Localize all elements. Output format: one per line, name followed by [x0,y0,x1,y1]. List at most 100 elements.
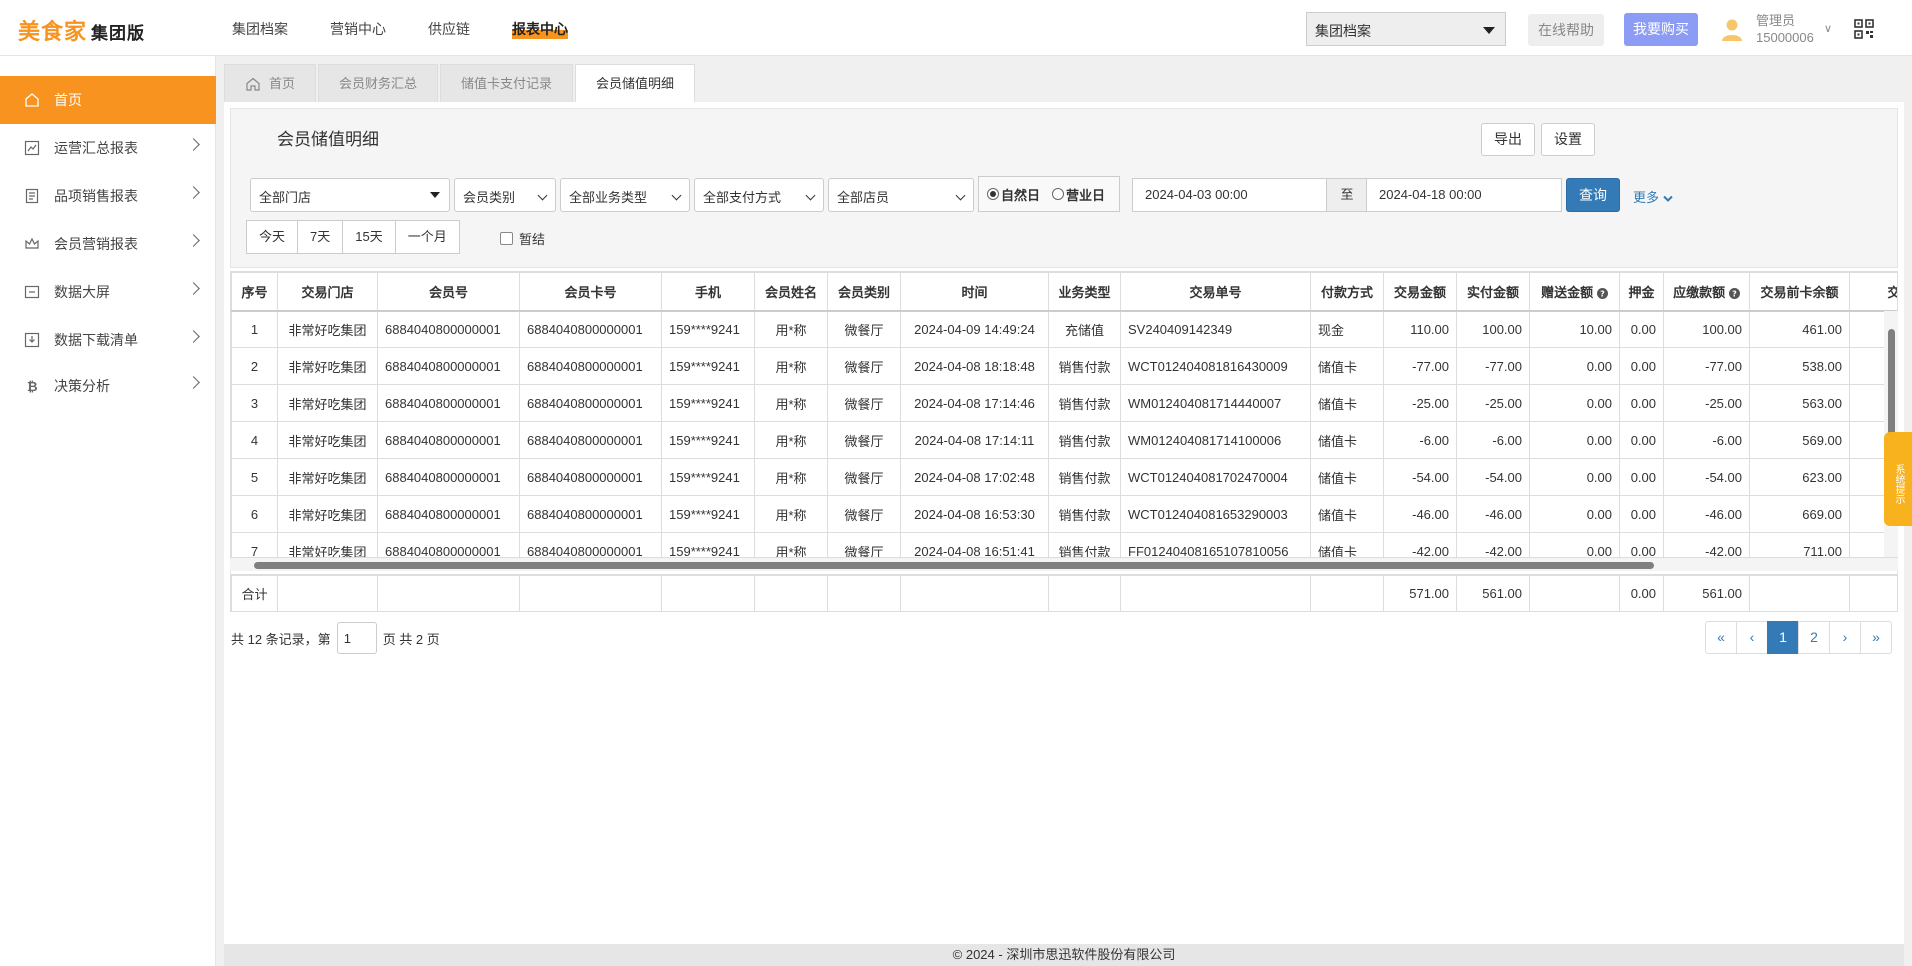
column-header[interactable]: 交易前卡余额 [1749,272,1850,312]
summary-label: 合计 [231,575,278,611]
column-header[interactable]: 实付金额 [1456,272,1530,312]
chevron-down-icon [537,190,548,201]
column-header[interactable]: 交易金额 [1383,272,1457,312]
horizontal-scrollbar[interactable] [230,557,1898,571]
table-row[interactable]: 3 非常好吃集团 6884040800000001 6884040800000001 1… [231,384,1897,422]
sidebar-item-member-marketing[interactable]: 会员营销报表 [0,220,216,268]
table-cell: 6884040800000001 [519,495,662,533]
pay-method-select[interactable]: 全部支付方式 [694,178,824,212]
page-1-button[interactable]: 1 [1767,621,1799,654]
column-header[interactable]: 时间 [900,272,1049,312]
topnav-marketing[interactable]: 营销中心 [330,19,386,39]
logo: 美食家 集团版 [18,19,146,44]
first-page-button[interactable]: « [1705,621,1737,654]
pagination-info: 共 12 条记录，第 1 页 共 2 页 [231,622,440,654]
store-select[interactable]: 全部门店 [250,178,450,212]
table-cell: 669.00 [1749,495,1850,533]
date-from-input[interactable]: 2024-04-03 00:00 [1132,178,1328,212]
table-cell: 微餐厅 [827,310,901,348]
page-number-input[interactable]: 1 [336,622,377,654]
pause-checkbox[interactable] [500,232,513,245]
table-cell: -77.00 [1456,347,1530,385]
table-cell: 6884040800000001 [519,310,662,348]
online-help-button[interactable]: 在线帮助 [1528,14,1604,46]
chevron-right-icon [187,330,200,343]
table-cell: 538.00 [1749,347,1850,385]
column-header[interactable]: 业务类型 [1048,272,1121,312]
topnav-supply-chain[interactable]: 供应链 [428,19,470,39]
table-cell: WM012404081714100006 [1120,421,1311,459]
chevron-down-icon[interactable]: ∨ [1824,22,1832,35]
column-header[interactable]: 付款方式 [1310,272,1384,312]
one-month-button[interactable]: 一个月 [394,220,460,254]
tab-member-stored-value-detail[interactable]: 会员储值明细 [575,64,696,102]
sidebar-item-home[interactable]: 首页 [0,76,216,124]
table-cell: 非常好吃集团 [277,310,378,348]
sidebar-item-ops-summary[interactable]: 运营汇总报表 [0,124,216,172]
tab-member-finance-summary[interactable]: 会员财务汇总 [318,64,439,102]
table-row[interactable]: 5 非常好吃集团 6884040800000001 6884040800000001 1… [231,458,1897,496]
chevron-down-icon [671,190,682,201]
table-row[interactable]: 4 非常好吃集团 6884040800000001 6884040800000001 1… [231,421,1897,459]
topnav-report-center[interactable]: 报表中心 [512,19,568,39]
column-header[interactable]: 应缴款额 ? [1663,272,1750,312]
member-type-select[interactable]: 会员类别 [454,178,556,212]
svg-text:₿: ₿ [27,380,38,394]
table-cell: 销售付款 [1048,495,1121,533]
footer: © 2024 - 深圳市思迅软件股份有限公司 [224,944,1904,966]
column-header[interactable]: 押金 [1619,272,1664,312]
column-header[interactable]: 序号 [231,272,278,312]
export-button[interactable]: 导出 [1481,123,1535,156]
column-header[interactable]: 赠送金额 ? [1529,272,1620,312]
column-header[interactable]: 会员号 [377,272,520,312]
settings-button[interactable]: 设置 [1541,123,1595,156]
15-days-button[interactable]: 15天 [342,220,396,254]
table-cell: 非常好吃集团 [277,495,378,533]
table-row[interactable]: 6 非常好吃集团 6884040800000001 6884040800000001 1… [231,495,1897,533]
more-filters-link[interactable]: 更多 [1633,187,1673,206]
sidebar-item-item-sales[interactable]: 品项销售报表 [0,172,216,220]
today-button[interactable]: 今天 [246,220,299,254]
table-cell: 用*称 [754,384,828,422]
chevron-down-icon [805,190,816,201]
column-header[interactable]: 手机 [661,272,755,312]
date-to-input[interactable]: 2024-04-18 00:00 [1366,178,1562,212]
summary-row: 合计 571.00 561.00 0.00 561.00 [230,574,1898,612]
table-row[interactable]: 2 非常好吃集团 6884040800000001 6884040800000001 1… [231,347,1897,385]
table-row[interactable]: 1 非常好吃集团 6884040800000001 6884040800000001 1… [231,310,1897,348]
table-cell: 2 [231,347,278,385]
tab-home[interactable]: 首页 [224,64,317,102]
column-header[interactable]: 交易 [1849,272,1897,312]
natural-day-radio[interactable] [987,188,999,200]
topnav-group-archive[interactable]: 集团档案 [232,19,288,39]
table-cell: WCT012404081816430009 [1120,347,1311,385]
sidebar-item-download-list[interactable]: 数据下载清单 [0,316,216,364]
column-header[interactable]: 会员类别 [827,272,901,312]
column-header[interactable]: 交易门店 [277,272,378,312]
buy-button[interactable]: 我要购买 [1624,13,1698,46]
column-header[interactable]: 交易单号 [1120,272,1311,312]
table-cell: 非常好吃集团 [277,421,378,459]
system-tip-tab[interactable]: 系统提示 [1884,432,1912,526]
next-page-button[interactable]: › [1829,621,1861,654]
prev-page-button[interactable]: ‹ [1736,621,1768,654]
business-day-radio[interactable] [1052,188,1065,200]
qr-code-icon[interactable] [1854,19,1874,39]
org-select[interactable]: 集团档案 [1306,12,1506,46]
page-2-button[interactable]: 2 [1798,621,1830,654]
user-info[interactable]: 管理员 15000006 [1756,12,1814,46]
user-avatar-icon[interactable] [1720,18,1744,42]
7-days-button[interactable]: 7天 [297,220,344,254]
sidebar-item-data-screen[interactable]: 数据大屏 [0,268,216,316]
table-cell: 用*称 [754,458,828,496]
tab-stored-card-payments[interactable]: 储值卡支付记录 [440,64,574,102]
biz-type-select[interactable]: 全部业务类型 [560,178,690,212]
column-header[interactable]: 会员卡号 [519,272,662,312]
column-header[interactable]: 会员姓名 [754,272,828,312]
last-page-button[interactable]: » [1860,621,1892,654]
query-button[interactable]: 查询 [1566,178,1620,212]
staff-select[interactable]: 全部店员 [828,178,974,212]
table-cell: 充储值 [1048,310,1121,348]
sidebar-item-decision-analysis[interactable]: ₿ 决策分析 [0,362,216,410]
table-cell: 2024-04-09 14:49:24 [900,310,1049,348]
